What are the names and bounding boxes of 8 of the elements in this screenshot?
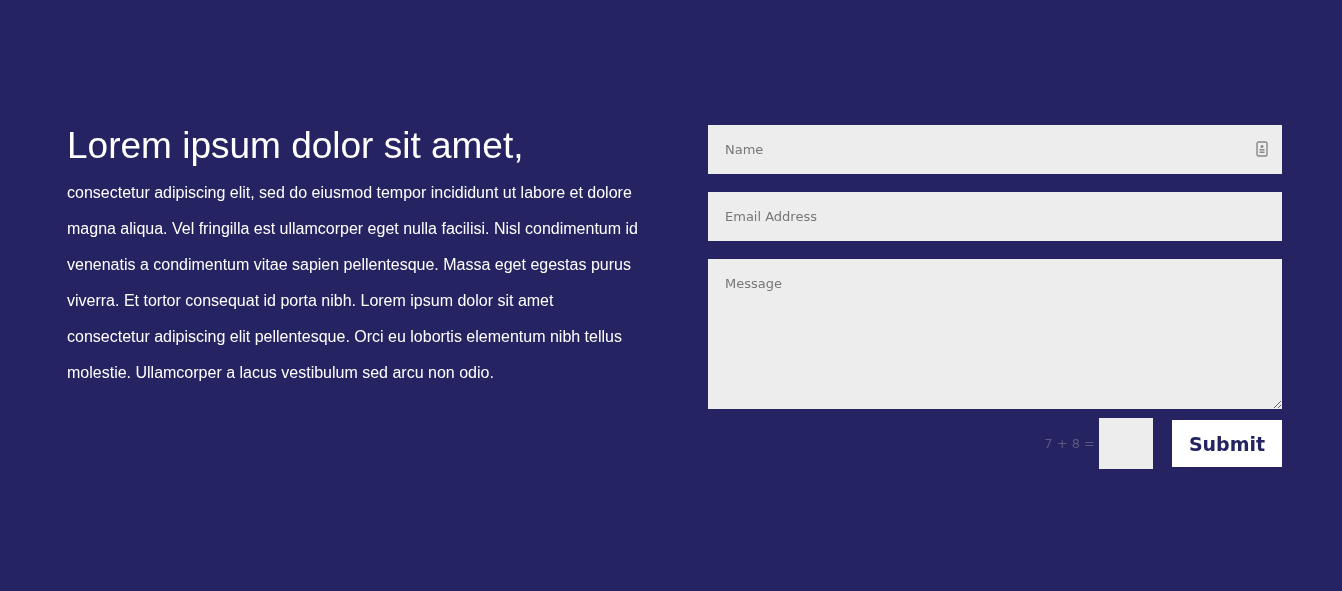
body-text: consectetur adipiscing elit, sed do eiusmod tempor incididunt ut labore et dolore magna aliqua. Vel fringilla est ullamcorper eget nulla facilisi. Nisl condimentum id venenatis a condimentum vitae sapien pellentesque. Massa eget egestas purus viverra. Et tortor consequat id porta nibh. Lorem ipsum dolor sit amet consectetur adipiscing elit pellentesque. Orci eu lobortis elementum nibh tellus molestie. Ullamcorper a lacus vestibulum sed arcu non odio. bbox=[67, 183, 639, 383]
submit-button[interactable]: Submit bbox=[1172, 420, 1282, 467]
contact-card-icon bbox=[1256, 141, 1268, 157]
name-field[interactable]: Name bbox=[708, 125, 1282, 174]
message-field[interactable]: Message bbox=[708, 259, 1282, 409]
captcha-field[interactable] bbox=[1099, 418, 1153, 469]
heading: Lorem ipsum dolor sit amet, bbox=[67, 125, 525, 167]
email-field[interactable]: Email Address bbox=[708, 192, 1282, 241]
